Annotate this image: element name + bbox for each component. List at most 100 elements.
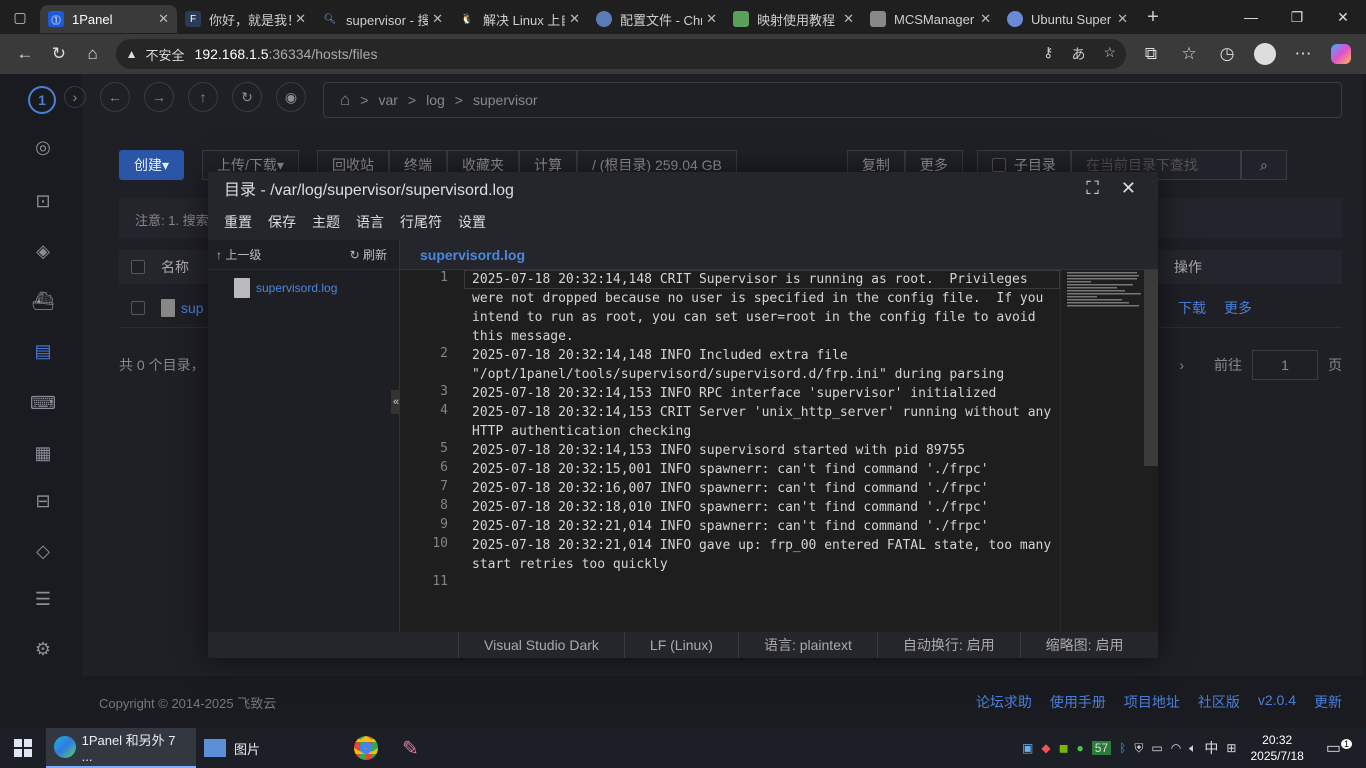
close-tab-icon[interactable]: ✕ xyxy=(1117,11,1128,27)
bluetooth-icon[interactable]: ᛒ xyxy=(1119,741,1126,755)
tab-7[interactable]: MCSManager ✕ xyxy=(862,5,999,33)
code-line[interactable]: 2025-07-18 20:32:14,153 CRIT Server 'uni… xyxy=(472,403,1062,441)
restore-icon[interactable]: ❐ xyxy=(1274,9,1320,26)
logs-icon[interactable]: ☰ xyxy=(30,586,56,612)
file-link[interactable]: sup xyxy=(181,300,204,316)
minimap[interactable] xyxy=(1060,270,1144,632)
diamond-icon[interactable]: ◇ xyxy=(30,538,56,564)
tab-6[interactable]: 映射使用教程 ✕ xyxy=(725,5,862,33)
favorites-icon[interactable]: ☆ xyxy=(1172,37,1206,71)
project-link[interactable]: 项目地址 xyxy=(1124,692,1180,712)
taskbar-tool-app[interactable]: ✎ xyxy=(394,728,427,768)
tree-file-item[interactable]: supervisord.log xyxy=(208,270,399,298)
tray-app-icon-2[interactable]: ◆ xyxy=(1041,741,1050,755)
taskbar-photos-app[interactable]: 图片 xyxy=(196,728,346,768)
back-icon[interactable]: ← xyxy=(8,37,42,71)
warning-icon[interactable]: ▲ xyxy=(126,47,138,61)
column-name[interactable]: 名称 xyxy=(161,257,189,277)
clock[interactable]: 20:32 2025/7/18 xyxy=(1250,732,1303,764)
close-tab-icon[interactable]: ✕ xyxy=(295,11,306,27)
close-window-icon[interactable]: ✕ xyxy=(1320,9,1366,26)
create-button[interactable]: 创建 ▾ xyxy=(119,150,185,180)
ime-indicator[interactable]: 中 xyxy=(1204,738,1218,758)
search-icon[interactable]: ⌕ xyxy=(1240,150,1287,180)
path-breadcrumb[interactable]: ⌂ > var > log > supervisor xyxy=(323,82,1342,118)
tray-badge[interactable]: 57 xyxy=(1091,741,1112,755)
wifi-icon[interactable]: ◠ xyxy=(1171,741,1181,755)
tree-file-label[interactable]: supervisord.log xyxy=(256,281,337,295)
close-dialog-icon[interactable]: ✕ xyxy=(1121,178,1136,199)
new-tab-button[interactable]: + xyxy=(1136,6,1170,29)
breadcrumb-supervisor[interactable]: supervisor xyxy=(473,92,538,108)
home-icon[interactable]: ⌂ xyxy=(76,37,110,71)
toolbox-icon[interactable]: ⊟ xyxy=(30,488,56,514)
close-tab-icon[interactable]: ✕ xyxy=(569,11,580,27)
url-field[interactable]: ▲ 不安全 192.168.1.5:36334/hosts/files ⚷ あ … xyxy=(115,39,1126,69)
editor-tab[interactable]: supervisord.log xyxy=(400,240,1158,270)
code-line[interactable]: 2025-07-18 20:32:18,010 INFO spawnerr: c… xyxy=(472,498,1062,517)
battery-icon[interactable]: ▭ xyxy=(1151,741,1162,755)
tab-3[interactable]: 🔍︎ supervisor - 搜 ✕ xyxy=(314,5,451,33)
sidebar-toggle-icon[interactable]: › xyxy=(64,86,86,108)
nav-up-icon[interactable]: ↑ xyxy=(188,82,218,112)
breadcrumb-var[interactable]: var xyxy=(378,92,397,108)
row-checkbox[interactable] xyxy=(131,300,145,315)
code-line[interactable]: 2025-07-18 20:32:21,014 INFO spawnerr: c… xyxy=(472,517,1062,536)
code-line[interactable]: 2025-07-18 20:32:14,153 INFO supervisord… xyxy=(472,441,1062,460)
files-icon[interactable]: ▤ xyxy=(30,338,56,364)
tray-app-icon-3[interactable]: ● xyxy=(1077,741,1084,755)
status-theme[interactable]: Visual Studio Dark xyxy=(458,632,624,658)
nav-refresh-icon[interactable]: ↻ xyxy=(232,82,262,112)
profile-avatar[interactable] xyxy=(1248,37,1282,71)
status-minimap[interactable]: 缩略图: 启用 xyxy=(1019,632,1149,658)
close-tab-icon[interactable]: ✕ xyxy=(980,11,991,27)
page-input[interactable]: 1 xyxy=(1252,350,1318,380)
docker-icon[interactable]: ⛴ xyxy=(30,288,56,314)
1panel-logo-icon[interactable]: 1 xyxy=(28,86,56,114)
copilot-icon[interactable] xyxy=(1324,37,1358,71)
tab-5[interactable]: 配置文件 - Chr ✕ xyxy=(588,5,725,33)
manual-link[interactable]: 使用手册 xyxy=(1050,692,1106,712)
menu-reset[interactable]: 重置 xyxy=(224,212,252,232)
menu-settings[interactable]: 设置 xyxy=(458,212,486,232)
ime-mode-icon[interactable]: ⊞ xyxy=(1226,741,1236,755)
menu-icon[interactable]: ⋯ xyxy=(1286,37,1320,71)
code-line[interactable]: 2025-07-18 20:32:14,148 INFO Included ex… xyxy=(472,346,1062,384)
code-line[interactable]: 2025-07-18 20:32:14,153 INFO RPC interfa… xyxy=(472,384,1062,403)
parent-dir-button[interactable]: ↑ 上一级 xyxy=(216,246,261,263)
forum-link[interactable]: 论坛求助 xyxy=(976,692,1032,712)
tray-app-icon-1[interactable]: ▣ xyxy=(1022,741,1033,755)
close-tab-icon[interactable]: ✕ xyxy=(432,11,443,27)
tab-4[interactable]: 🐧 解决 Linux 上自 ✕ xyxy=(451,5,588,33)
code-line[interactable]: 2025-07-18 20:32:14,148 CRIT Supervisor … xyxy=(472,270,1062,346)
code-editor[interactable]: 1 2 3 4 5 6 7 8 9 10 11 2025-07-18 20:32:14,148 CR… xyxy=(400,270,1158,632)
menu-language[interactable]: 语言 xyxy=(356,212,384,232)
tab-2[interactable]: F 你好，就是我！ ✕ xyxy=(177,5,314,33)
taskbar-edge-app[interactable]: 1Panel 和另外 7 ... xyxy=(46,728,196,768)
nav-back-icon[interactable]: ← xyxy=(100,82,130,112)
menu-eol[interactable]: 行尾符 xyxy=(400,212,442,232)
download-link[interactable]: 下载 xyxy=(1178,298,1206,318)
reload-icon[interactable]: ↻ xyxy=(42,37,76,71)
security-label[interactable]: 不安全 xyxy=(146,45,185,64)
close-tab-icon[interactable]: ✕ xyxy=(158,11,169,27)
tab-8[interactable]: Ubuntu Super ✕ xyxy=(999,5,1136,33)
editor-scrollbar[interactable] xyxy=(1144,270,1158,466)
update-link[interactable]: 更新 xyxy=(1314,692,1342,712)
volume-icon[interactable]: 🔈︎ xyxy=(1189,741,1196,756)
terminal-icon[interactable]: ⌨ xyxy=(30,390,56,416)
nav-eye-icon[interactable]: ◉ xyxy=(276,82,306,112)
select-all-checkbox[interactable] xyxy=(131,260,145,274)
menu-save[interactable]: 保存 xyxy=(268,212,296,232)
edition-link[interactable]: 社区版 xyxy=(1198,692,1240,712)
breadcrumb-log[interactable]: log xyxy=(426,92,445,108)
start-button[interactable] xyxy=(0,728,46,768)
status-wordwrap[interactable]: 自动换行: 启用 xyxy=(876,632,1020,658)
more-link[interactable]: 更多 xyxy=(1224,298,1252,318)
security-icon[interactable]: ⛨ xyxy=(1134,741,1143,756)
code-line[interactable]: 2025-07-18 20:32:21,014 INFO gave up: fr… xyxy=(472,536,1062,574)
translate-icon[interactable]: あ xyxy=(1071,44,1085,64)
refresh-button[interactable]: ↻ 刷新 xyxy=(350,246,387,263)
editor-tab-label[interactable]: supervisord.log xyxy=(420,240,525,270)
minimize-icon[interactable]: — xyxy=(1228,9,1274,26)
